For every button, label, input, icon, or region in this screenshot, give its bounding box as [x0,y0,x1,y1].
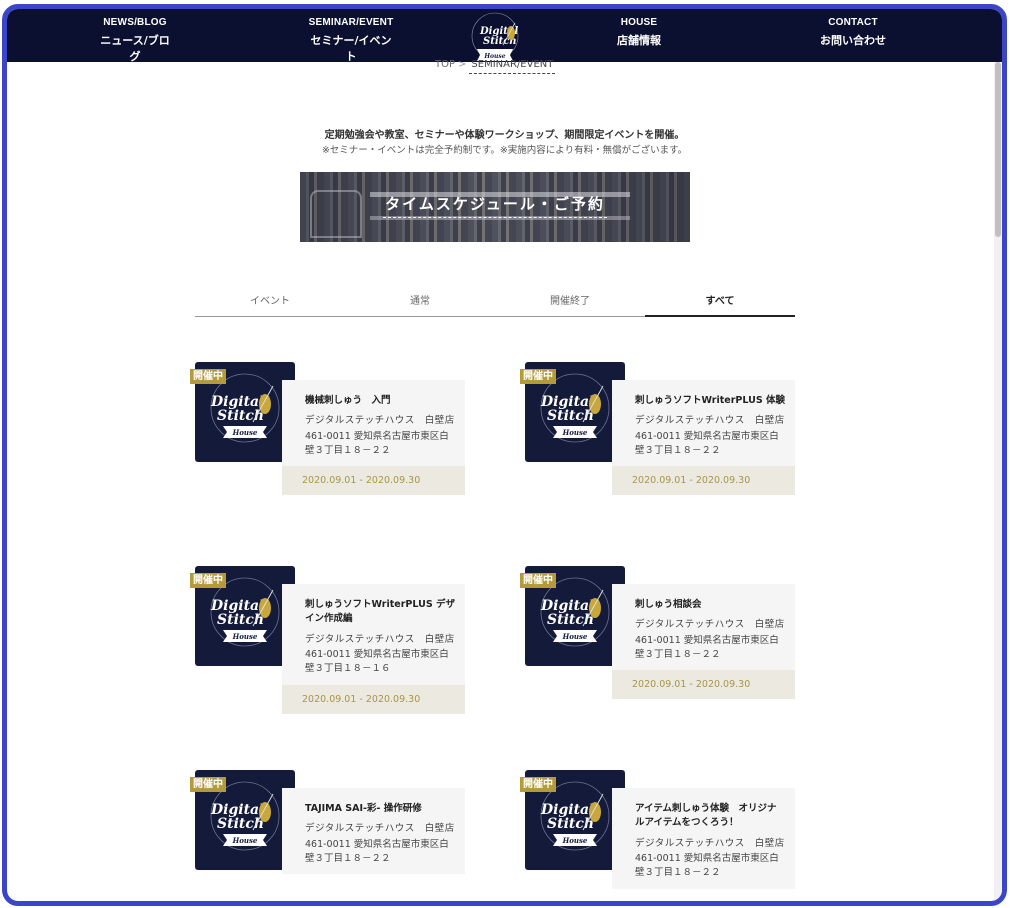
event-date: 2020.09.01 - 2020.09.30 [282,684,465,714]
nav-seminar-event-ja: セミナー/イベント [310,34,392,63]
browser-frame: NEWS/BLOG ニュース/ブログ SEMINAR/EVENT セミナー/イベ… [2,4,1007,906]
tab-all[interactable]: すべて [645,292,795,317]
logo-ribbon-text: House [562,632,588,641]
nav-seminar-event[interactable]: SEMINAR/EVENT セミナー/イベント [305,17,397,64]
event-shop: デジタルステッチハウス 白壁店 [635,415,785,427]
event-title[interactable]: 刺しゅう相談会 [635,598,785,612]
event-card-body: アイテム刺しゅう体験 オリジナルアイテムをつくろう！ デジタルステッチハウス 白… [612,788,795,889]
tab-regular[interactable]: 通常 [345,292,495,307]
intro-note: ※セミナー・イベントは完全予約制です。※実施内容により有料・無償がございます。 [321,145,688,156]
logo-ribbon-text: House [562,428,588,437]
nav-contact[interactable]: CONTACT お問い合わせ [813,17,893,48]
schedule-reservation-banner[interactable]: タイムスケジュール・ご予約 [300,172,690,242]
event-title[interactable]: 機械刺しゅう 入門 [305,394,455,408]
thread-spool-icon [507,26,515,40]
status-badge: 開催中 [520,369,556,384]
logo-graphic: Digital Stitch House [471,12,518,61]
status-badge: 開催中 [520,777,556,792]
nav-news-blog-en: NEWS/BLOG [103,17,167,28]
event-card-body: 刺しゅうソフトWriterPLUS 体験 デジタルステッチハウス 白壁店 461… [612,380,795,496]
nav-news-blog[interactable]: NEWS/BLOG ニュース/ブログ [95,17,175,64]
event-shop: デジタルステッチハウス 白壁店 [305,415,455,427]
scrollbar[interactable] [994,62,1002,901]
event-address: 461-0011 愛知県名古屋市東区白壁３丁目１８－２２ [635,853,779,879]
status-badge: 開催中 [190,369,226,384]
event-shop: デジタルステッチハウス 白壁店 [305,633,455,645]
event-address: 461-0011 愛知県名古屋市東区白壁３丁目１８－２２ [635,430,779,457]
logo-line2: Stitch [217,816,264,832]
event-address: 461-0011 愛知県名古屋市東区白壁３丁目１８－２２ [305,430,449,457]
event-card-body: 刺しゅうソフトWriterPLUS デザイン作成編 デジタルステッチハウス 白壁… [282,584,465,714]
thread-spool-icon [259,598,271,618]
event-title[interactable]: 刺しゅうソフトWriterPLUS デザイン作成編 [305,598,455,627]
status-badge: 開催中 [190,573,226,588]
thread-spool-icon [589,598,601,618]
filter-tabs: イベント 通常 開催終了 すべて [195,281,795,317]
breadcrumb-top[interactable]: TOP [435,59,455,70]
logo-line2: Stitch [547,408,594,424]
nav-house-en: HOUSE [620,17,658,28]
event-date: 2020.09.01 - 2020.09.30 [612,466,795,496]
nav-house-ja: 店舗情報 [617,34,661,47]
logo-line2: Stitch [547,816,594,832]
breadcrumb-current: SEMINAR/EVENT [469,59,556,74]
site-logo[interactable]: Digital Stitch House [463,11,527,65]
event-address: 461-0011 愛知県名古屋市東区白壁３丁目１８－２２ [635,634,779,661]
logo-line2: Stitch [217,612,264,628]
thread-spool-icon [259,394,271,414]
tab-ended[interactable]: 開催終了 [495,292,645,307]
event-card-body: 機械刺しゅう 入門 デジタルステッチハウス 白壁店 461-0011 愛知県名古… [282,380,465,496]
logo-ribbon-text: House [232,836,258,845]
event-address: 461-0011 愛知県名古屋市東区白壁３丁目１８－２２ [305,838,449,865]
logo-ribbon-text: House [232,632,258,641]
event-date: 2020.09.01 - 2020.09.30 [612,670,795,700]
logo-line2: Stitch [217,408,264,424]
banner-title: タイムスケジュール・ご予約 [383,195,607,218]
nav-news-blog-ja: ニュース/ブログ [100,34,170,63]
breadcrumb: TOP > SEMINAR/EVENT [435,59,556,74]
event-title[interactable]: アイテム刺しゅう体験 オリジナルアイテムをつくろう！ [635,802,785,831]
nav-house[interactable]: HOUSE 店舗情報 [599,17,679,48]
nav-contact-ja: お問い合わせ [820,34,886,47]
status-badge: 開催中 [190,777,226,792]
tab-event[interactable]: イベント [195,292,345,307]
event-shop: デジタルステッチハウス 白壁店 [635,837,785,849]
event-card-body: TAJIMA SAI-彩- 操作研修 デジタルステッチハウス 白壁店 461-0… [282,788,465,875]
logo-ribbon-text: House [562,836,588,845]
event-title[interactable]: 刺しゅうソフトWriterPLUS 体験 [635,394,785,408]
event-title[interactable]: TAJIMA SAI-彩- 操作研修 [305,802,455,816]
top-navigation: NEWS/BLOG ニュース/ブログ SEMINAR/EVENT セミナー/イベ… [7,9,1002,65]
event-shop: デジタルステッチハウス 白壁店 [635,619,785,631]
event-date: 2020.09.01 - 2020.09.30 [282,466,465,496]
logo-line2: Stitch [547,612,594,628]
intro-text: 定期勉強会や教室、セミナーや体験ワークショップ、期間限定イベントを開催。 [324,130,685,141]
breadcrumb-separator: > [458,59,467,70]
event-address: 461-0011 愛知県名古屋市東区白壁３丁目１８－１６ [305,649,449,675]
thread-spool-icon [589,802,601,822]
nav-seminar-event-en: SEMINAR/EVENT [308,17,394,28]
nav-contact-en: CONTACT [828,17,878,28]
thread-spool-icon [589,394,601,414]
status-badge: 開催中 [520,573,556,588]
logo-ribbon-text: House [232,428,258,437]
event-shop: デジタルステッチハウス 白壁店 [305,823,455,835]
event-card-body: 刺しゅう相談会 デジタルステッチハウス 白壁店 461-0011 愛知県名古屋市… [612,584,795,700]
thread-spool-icon [259,802,271,822]
